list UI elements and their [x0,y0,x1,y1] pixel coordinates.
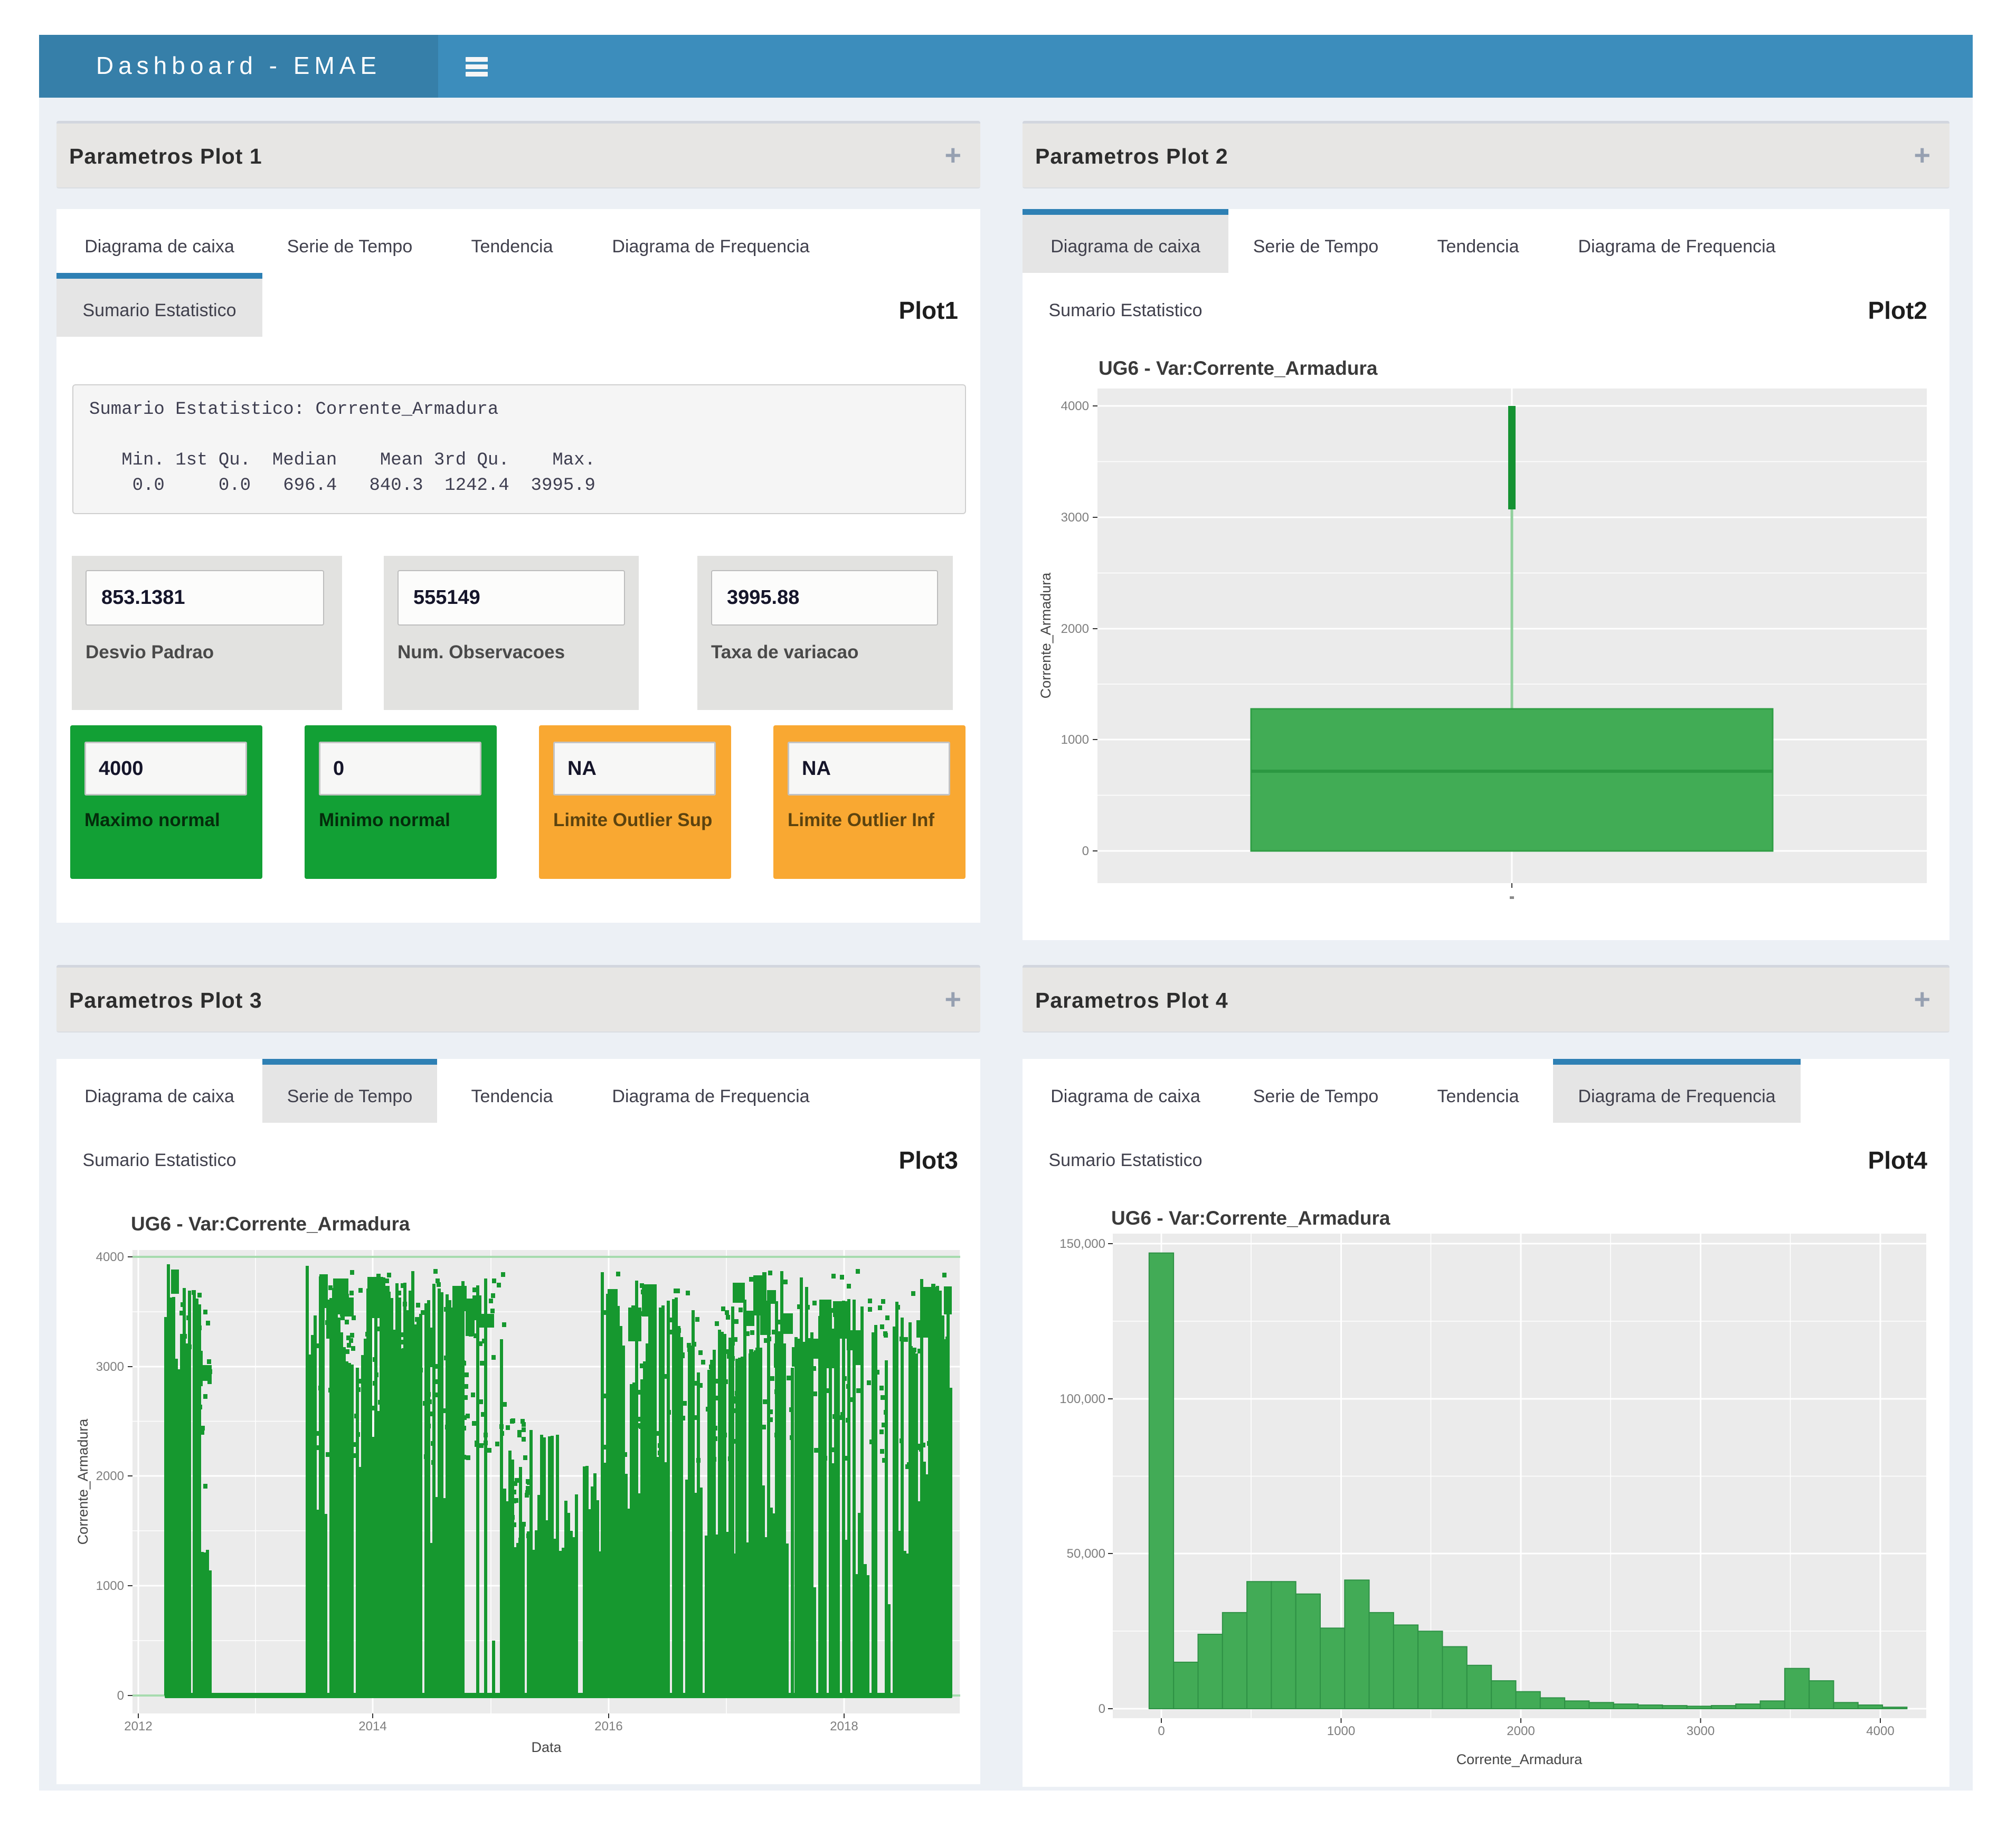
svg-text:1000: 1000 [1061,733,1089,747]
svg-text:100,000: 100,000 [1059,1392,1105,1406]
svg-text:Data: Data [531,1739,562,1755]
svg-text:3000: 3000 [1687,1724,1715,1738]
svg-text:2016: 2016 [594,1719,622,1734]
svg-text:2018: 2018 [830,1719,858,1734]
svg-text:3000: 3000 [96,1360,124,1374]
svg-text:Corrente_Armadura: Corrente_Armadura [1456,1751,1583,1767]
svg-text:150,000: 150,000 [1059,1237,1105,1251]
svg-text:2000: 2000 [96,1469,124,1483]
svg-text:Corrente_Armadura: Corrente_Armadura [75,1418,91,1545]
svg-text:0: 0 [117,1689,124,1703]
svg-text:Corrente_Armadura: Corrente_Armadura [1038,572,1054,699]
svg-text:UG6 - Var:Corrente_Armadura: UG6 - Var:Corrente_Armadura [131,1213,410,1235]
svg-text:2000: 2000 [1061,622,1089,636]
svg-text:0: 0 [1158,1724,1165,1738]
svg-text:50,000: 50,000 [1067,1547,1105,1561]
svg-text:1000: 1000 [96,1579,124,1593]
svg-text:2012: 2012 [124,1719,152,1734]
svg-text:2000: 2000 [1507,1724,1535,1738]
svg-text:0: 0 [1082,844,1089,858]
svg-text:4000: 4000 [1866,1724,1894,1738]
svg-text:2014: 2014 [358,1719,386,1734]
svg-text:UG6 - Var:Corrente_Armadura: UG6 - Var:Corrente_Armadura [1111,1207,1390,1229]
svg-text:UG6 - Var:Corrente_Armadura: UG6 - Var:Corrente_Armadura [1099,357,1378,379]
svg-text:4000: 4000 [1061,399,1089,413]
svg-text:1000: 1000 [1327,1724,1355,1738]
svg-text:4000: 4000 [96,1250,124,1264]
svg-text:0: 0 [1099,1702,1105,1716]
svg-text:3000: 3000 [1061,510,1089,525]
